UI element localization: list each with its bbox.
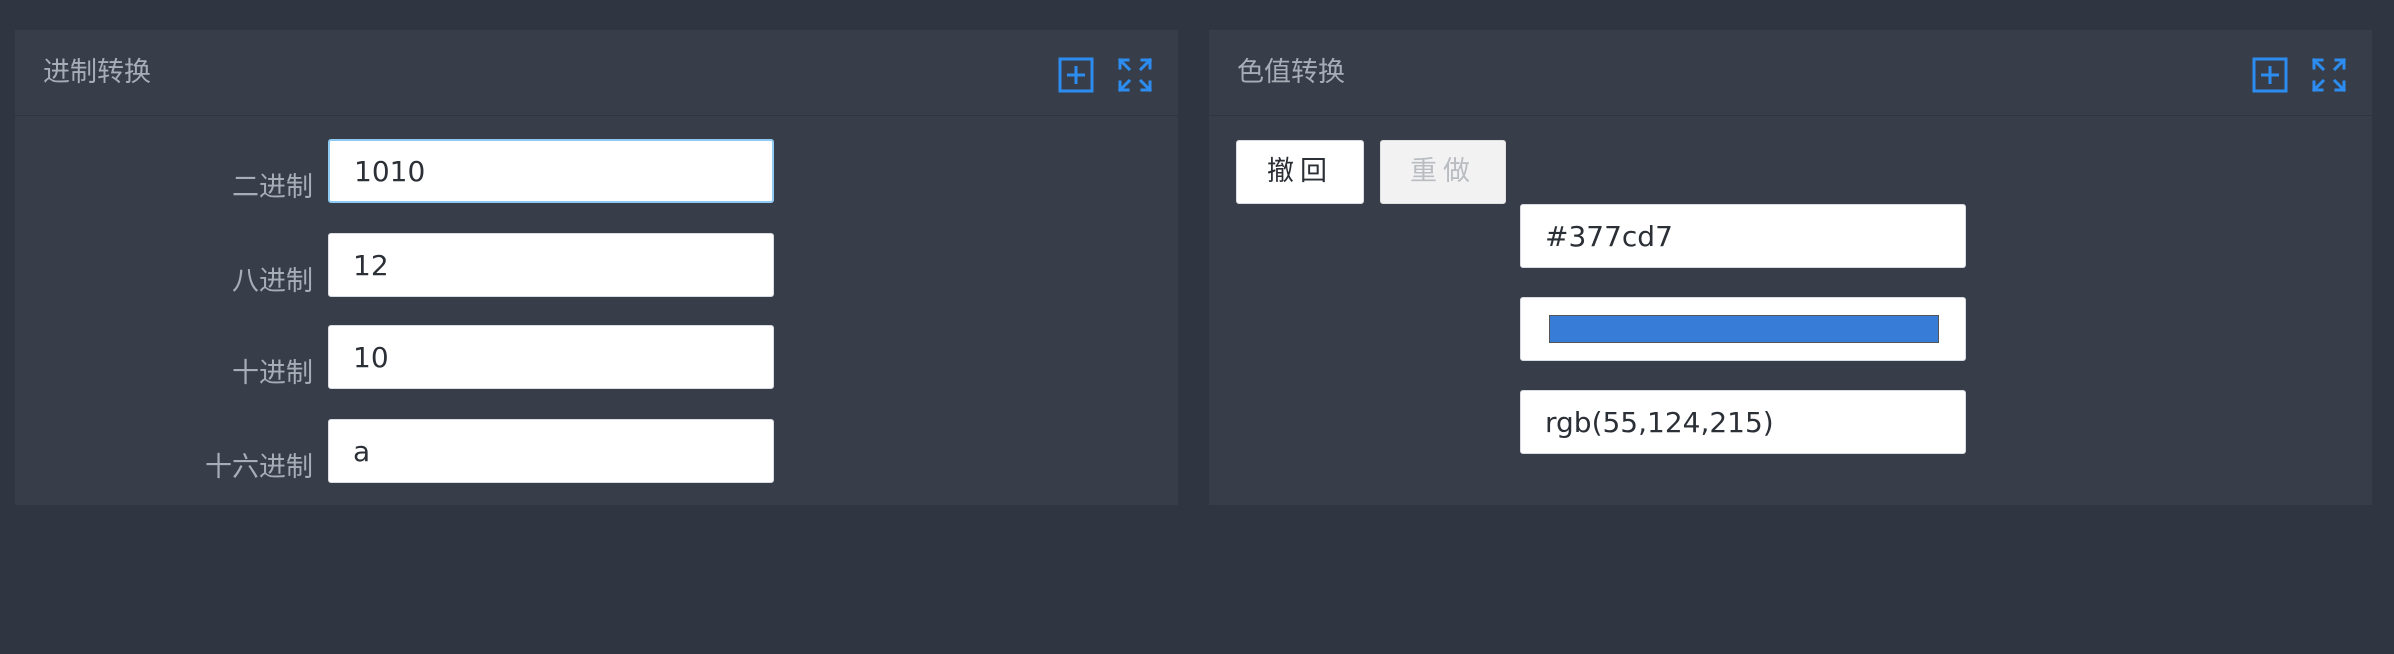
base-conversion-panel: 进制转换 二进制 八进制 十进制 十六进制 <box>15 30 1178 505</box>
color-conversion-panel: 色值转换 撤回 重做 hex 色值 rgba <box>1209 30 2372 505</box>
decimal-input[interactable] <box>328 325 774 389</box>
binary-label: 二进制 <box>232 172 313 203</box>
color-swatch <box>1549 315 1939 343</box>
color-picker[interactable] <box>1520 297 1966 361</box>
panel-header: 进制转换 <box>15 30 1178 116</box>
octal-label: 八进制 <box>232 266 313 297</box>
hexadecimal-input[interactable] <box>328 419 774 483</box>
rgba-input[interactable] <box>1520 390 1966 454</box>
expand-icon[interactable] <box>1117 57 1153 93</box>
decimal-label: 十进制 <box>232 358 313 389</box>
plus-square-icon[interactable] <box>1058 57 1094 93</box>
panel-header: 色值转换 <box>1209 30 2372 116</box>
octal-input[interactable] <box>328 233 774 297</box>
panel-title: 进制转换 <box>43 57 151 88</box>
hex-input[interactable] <box>1520 204 1966 268</box>
binary-input[interactable] <box>328 139 774 203</box>
redo-button[interactable]: 重做 <box>1380 140 1506 204</box>
undo-button[interactable]: 撤回 <box>1236 140 1364 204</box>
hexadecimal-label: 十六进制 <box>205 452 313 483</box>
plus-square-icon[interactable] <box>2252 57 2288 93</box>
expand-icon[interactable] <box>2311 57 2347 93</box>
panel-title: 色值转换 <box>1237 57 1345 88</box>
